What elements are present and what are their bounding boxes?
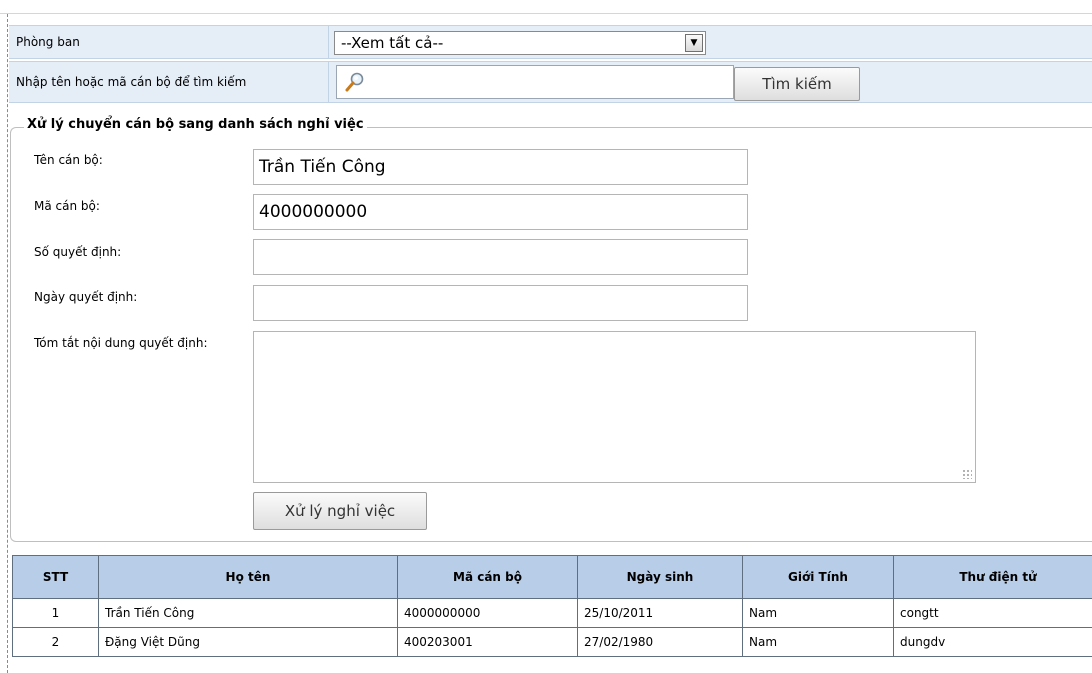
name-field[interactable]: Trần Tiến Công [253, 149, 748, 185]
cell-name[interactable]: Đặng Việt Dũng [98, 627, 398, 657]
header-birthdate: Ngày sinh [577, 555, 743, 599]
cell-birthdate: 25/10/2011 [577, 598, 743, 628]
page: Phòng ban --Xem tất cả-- ▼ Nhập tên hoặc… [0, 0, 1092, 673]
header-stt: STT [12, 555, 99, 599]
decision-number-field[interactable] [253, 239, 748, 275]
cell-email: dungdv [893, 627, 1092, 657]
magnifier-icon [345, 72, 364, 92]
search-button[interactable]: Tìm kiếm [734, 67, 860, 101]
cell-code: 400203001 [397, 627, 578, 657]
department-row: Phòng ban --Xem tất cả-- ▼ [9, 25, 1092, 59]
search-label: Nhập tên hoặc mã cán bộ để tìm kiếm [9, 62, 329, 102]
summary-textarea[interactable] [253, 331, 976, 483]
header-name: Họ tên [98, 555, 398, 599]
process-resignation-button[interactable]: Xử lý nghỉ việc [253, 492, 427, 530]
left-border [7, 14, 8, 673]
department-select[interactable]: --Xem tất cả-- ▼ [334, 31, 706, 55]
cell-stt: 1 [12, 598, 99, 628]
cell-email: congtt [893, 598, 1092, 628]
decision-date-field[interactable] [253, 285, 748, 321]
header-gender: Giới Tính [742, 555, 894, 599]
staff-table: STT Họ tên Mã cán bộ Ngày sinh Giới Tính… [12, 555, 1092, 657]
summary-label: Tóm tắt nội dung quyết định: [34, 336, 208, 350]
header-code: Mã cán bộ [397, 555, 578, 599]
table-row[interactable]: 1 Trần Tiến Công 4000000000 25/10/2011 N… [12, 598, 1092, 628]
chevron-down-icon[interactable]: ▼ [685, 34, 703, 52]
decision-date-label: Ngày quyết định: [34, 290, 138, 304]
code-field[interactable]: 4000000000 [253, 194, 748, 230]
search-row: Nhập tên hoặc mã cán bộ để tìm kiếm Tìm … [9, 61, 1092, 103]
fieldset-legend: Xử lý chuyển cán bộ sang danh sách nghỉ … [24, 117, 367, 132]
search-input[interactable] [336, 65, 734, 99]
table-header-row: STT Họ tên Mã cán bộ Ngày sinh Giới Tính… [12, 555, 1092, 599]
cell-stt: 2 [12, 627, 99, 657]
cell-code: 4000000000 [397, 598, 578, 628]
header-email: Thư điện tử [893, 555, 1092, 599]
cell-birthdate: 27/02/1980 [577, 627, 743, 657]
table-row[interactable]: 2 Đặng Việt Dũng 400203001 27/02/1980 Na… [12, 627, 1092, 657]
cell-name[interactable]: Trần Tiến Công [98, 598, 398, 628]
resize-grip-icon[interactable] [962, 469, 972, 479]
department-selected-value: --Xem tất cả-- [341, 34, 444, 52]
top-strip [0, 0, 1092, 14]
name-label: Tên cán bộ: [34, 153, 103, 167]
code-label: Mã cán bộ: [34, 199, 100, 213]
department-label: Phòng ban [9, 26, 329, 58]
cell-gender: Nam [742, 598, 894, 628]
cell-gender: Nam [742, 627, 894, 657]
decision-number-label: Số quyết định: [34, 245, 122, 259]
